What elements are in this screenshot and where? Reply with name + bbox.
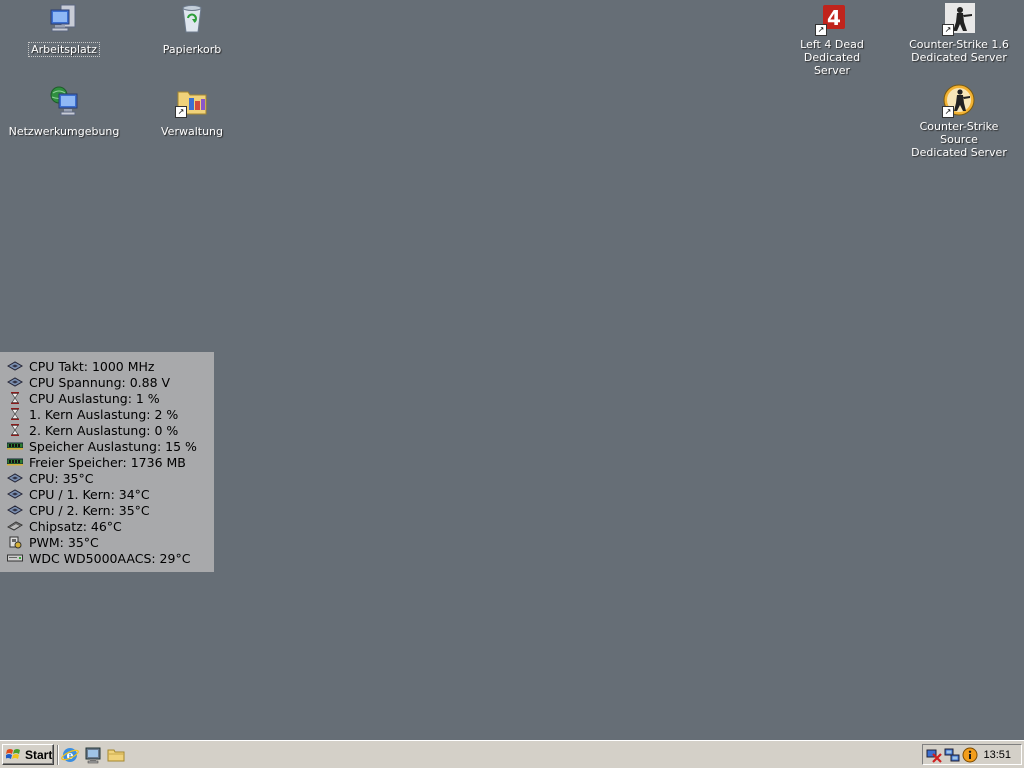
- hard-disk-icon: [6, 552, 24, 564]
- chipset-icon: [6, 520, 24, 532]
- icon-label-line1: Counter-Strike 1.6: [909, 38, 1009, 51]
- sensor-row-speicher-auslastung: Speicher Auslastung: 15 %: [6, 438, 214, 454]
- desktop-icon-papierkorb[interactable]: Papierkorb: [130, 2, 254, 57]
- sensor-row-kern1-auslastung: 1. Kern Auslastung: 2 %: [6, 406, 214, 422]
- sensor-row-cpu-auslastung: CPU Auslastung: 1 %: [6, 390, 214, 406]
- sensor-text: CPU Takt: 1000 MHz: [29, 358, 155, 374]
- sensor-text: Chipsatz: 46°C: [29, 518, 122, 534]
- icon-label-line2: Dedicated Server: [911, 51, 1007, 64]
- desktop-icon-counter-strike-16-server[interactable]: ↗ Counter-Strike 1.6 Dedicated Server: [897, 2, 1021, 65]
- sensor-text: CPU / 1. Kern: 34°C: [29, 486, 150, 502]
- sensor-row-cpu-kern1-temp: CPU / 1. Kern: 34°C: [6, 486, 214, 502]
- icon-label: Counter-Strike 1.6 Dedicated Server: [907, 38, 1011, 64]
- sensor-row-kern2-auslastung: 2. Kern Auslastung: 0 %: [6, 422, 214, 438]
- cpu-chip-icon: [6, 472, 24, 484]
- memory-module-icon: [6, 456, 24, 468]
- left4dead-icon: 4 ↗: [815, 2, 849, 36]
- shortcut-arrow-icon: ↗: [942, 106, 954, 118]
- desktop-icon-netzwerkumgebung[interactable]: Netzwerkumgebung: [2, 84, 126, 139]
- icon-label: Netzwerkumgebung: [8, 125, 120, 138]
- explorer-folder-icon[interactable]: [107, 746, 125, 764]
- shortcut-arrow-icon: ↗: [175, 106, 187, 118]
- sensor-row-pwm-temp: PWM: 35°C: [6, 534, 214, 550]
- system-tray: 13:51: [922, 744, 1022, 765]
- cpu-chip-icon: [6, 360, 24, 372]
- cpu-chip-icon: [6, 376, 24, 388]
- start-label: Start: [25, 747, 53, 762]
- icon-label: Verwaltung: [161, 125, 223, 138]
- hourglass-icon: [6, 392, 24, 404]
- pwm-icon: [6, 536, 24, 548]
- internet-explorer-icon[interactable]: e: [61, 746, 79, 764]
- shortcut-arrow-icon: ↗: [942, 24, 954, 36]
- taskbar: Start e 13:51: [0, 740, 1024, 768]
- network-connection-icon[interactable]: [944, 747, 960, 763]
- sensor-row-freier-speicher: Freier Speicher: 1736 MB: [6, 454, 214, 470]
- cpu-chip-icon: [6, 504, 24, 516]
- sensor-panel: CPU Takt: 1000 MHz CPU Spannung: 0.88 V …: [0, 352, 214, 572]
- counter-strike-icon: ↗: [942, 2, 976, 36]
- icon-label: Papierkorb: [162, 43, 222, 56]
- desktop-icon-left4dead-server[interactable]: 4 ↗ Left 4 Dead Dedicated Server: [770, 2, 894, 78]
- icon-label-line1: Counter-Strike Source: [919, 120, 999, 146]
- counter-strike-source-icon: ↗: [942, 84, 976, 118]
- desktop-icon-counter-strike-source-server[interactable]: ↗ Counter-Strike Source Dedicated Server: [897, 84, 1021, 160]
- memory-module-icon: [6, 440, 24, 452]
- sensor-row-cpu-takt: CPU Takt: 1000 MHz: [6, 358, 214, 374]
- start-button[interactable]: Start: [2, 744, 54, 765]
- sensor-row-cpu-kern2-temp: CPU / 2. Kern: 35°C: [6, 502, 214, 518]
- icon-label-line2: Dedicated Server: [911, 146, 1007, 159]
- sensor-text: Freier Speicher: 1736 MB: [29, 454, 186, 470]
- icon-label: Arbeitsplatz: [28, 42, 100, 57]
- administrative-tools-icon: ↗: [175, 84, 209, 118]
- sensor-text: PWM: 35°C: [29, 534, 99, 550]
- sensor-row-cpu-temp: CPU: 35°C: [6, 470, 214, 486]
- sensor-text: WDC WD5000AACS: 29°C: [29, 550, 191, 566]
- network-disconnected-icon[interactable]: [926, 747, 942, 763]
- svg-text:4: 4: [827, 6, 841, 30]
- icon-label-line1: Left 4 Dead Dedicated: [800, 38, 864, 64]
- recycle-bin-icon: [175, 2, 209, 36]
- sensor-text: CPU: 35°C: [29, 470, 94, 486]
- sensor-text: 2. Kern Auslastung: 0 %: [29, 422, 179, 438]
- icon-label: Left 4 Dead Dedicated Server: [770, 38, 894, 77]
- hourglass-icon: [6, 408, 24, 420]
- info-icon[interactable]: [962, 747, 978, 763]
- sensor-row-cpu-spannung: CPU Spannung: 0.88 V: [6, 374, 214, 390]
- sensor-row-hdd-temp: WDC WD5000AACS: 29°C: [6, 550, 214, 566]
- sensor-text: 1. Kern Auslastung: 2 %: [29, 406, 179, 422]
- icon-label-line2: Server: [813, 64, 851, 77]
- shortcut-arrow-icon: ↗: [815, 24, 827, 36]
- quick-launch-separator: [57, 745, 59, 765]
- desktop-icon-arbeitsplatz[interactable]: Arbeitsplatz: [2, 2, 126, 57]
- my-computer-icon: [47, 2, 81, 36]
- sensor-text: Speicher Auslastung: 15 %: [29, 438, 197, 454]
- cpu-chip-icon: [6, 488, 24, 500]
- desktop-icon-verwaltung[interactable]: ↗ Verwaltung: [130, 84, 254, 139]
- sensor-row-chipsatz-temp: Chipsatz: 46°C: [6, 518, 214, 534]
- icon-label: Counter-Strike Source Dedicated Server: [897, 120, 1021, 159]
- windows-logo-icon: [6, 748, 20, 759]
- sensor-text: CPU Auslastung: 1 %: [29, 390, 160, 406]
- clock[interactable]: 13:51: [983, 748, 1011, 762]
- network-places-icon: [47, 84, 81, 118]
- hourglass-icon: [6, 424, 24, 436]
- sensor-text: CPU Spannung: 0.88 V: [29, 374, 171, 390]
- show-desktop-icon[interactable]: [84, 746, 102, 764]
- sensor-text: CPU / 2. Kern: 35°C: [29, 502, 150, 518]
- desktop: Arbeitsplatz Papierkorb Netzwerkumgebung: [0, 0, 1024, 740]
